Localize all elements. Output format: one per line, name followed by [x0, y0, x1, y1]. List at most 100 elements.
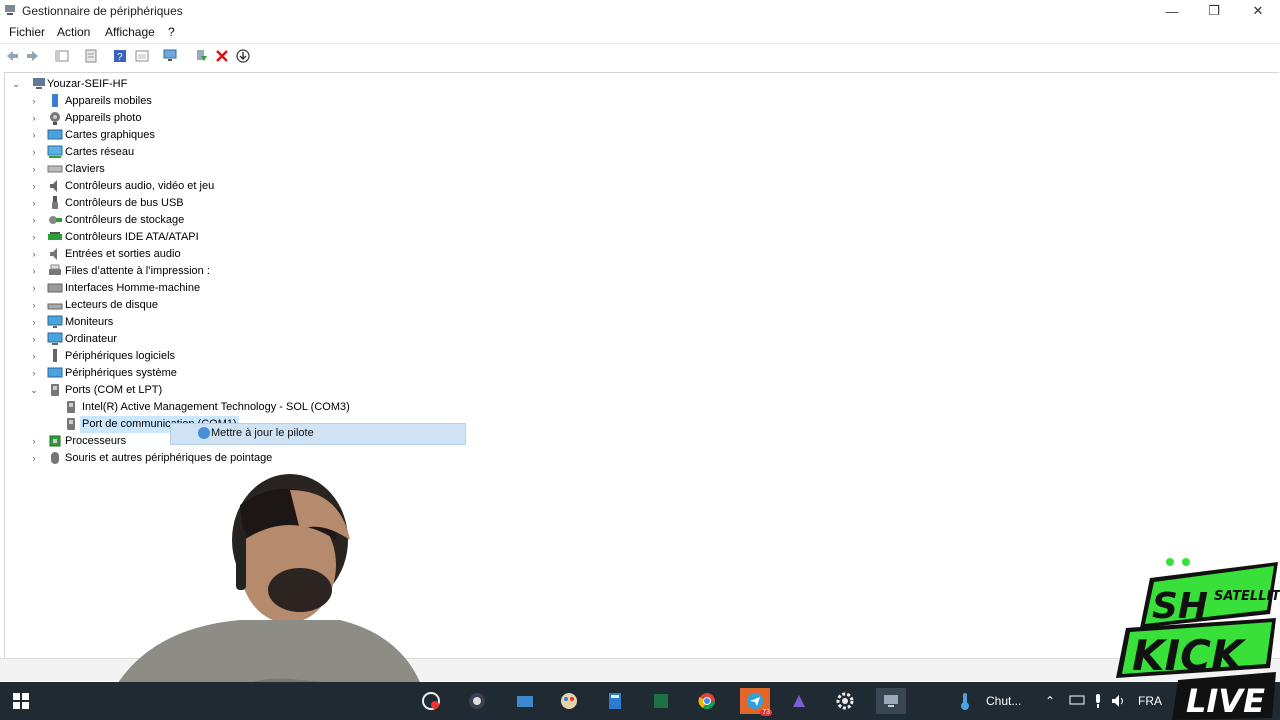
tree-item-files-impression[interactable]: › Files d’attente à l’impression : [29, 263, 279, 280]
tree-item-cartes-reseau[interactable]: › Cartes réseau [29, 144, 279, 161]
chevron-right-icon[interactable]: › [29, 433, 39, 450]
display-adapter-icon [47, 129, 63, 140]
chevron-up-icon[interactable]: ⌃ [1045, 694, 1055, 708]
menu-action[interactable]: Action [57, 25, 90, 39]
port-icon [51, 384, 59, 396]
chevron-right-icon[interactable]: › [29, 161, 39, 178]
menu-fichier[interactable]: Fichier [9, 25, 45, 39]
tree-item-intel-amt-sol[interactable]: Intel(R) Active Management Technology - … [47, 399, 387, 416]
chevron-right-icon[interactable]: › [29, 297, 39, 314]
app-icon-satellite[interactable] [786, 688, 812, 714]
update-driver-icon [198, 427, 210, 439]
menu-bar: Fichier Action Affichage ? [0, 22, 1280, 42]
badge-kick: KICK [1132, 631, 1247, 680]
keyboard-icon [47, 165, 63, 173]
download-circle-icon[interactable] [235, 48, 251, 64]
tree-item-entrees-sorties-audio[interactable]: › Entrées et sorties audio [29, 246, 279, 263]
badge-satellite: SATELLITE [1214, 589, 1280, 604]
tree-item-label: Périphériques logiciels [65, 350, 176, 362]
telegram-icon[interactable]: 73 [740, 688, 772, 716]
tree-item-interfaces-homme-machine[interactable]: › Interfaces Homme-machine [29, 280, 279, 297]
chevron-right-icon[interactable]: › [29, 263, 39, 280]
chevron-right-icon[interactable]: › [29, 178, 39, 195]
port-icon [67, 401, 75, 413]
app-icon-recorder[interactable] [418, 688, 444, 714]
help-icon[interactable]: ? [112, 48, 128, 64]
device-manager-task-icon[interactable] [876, 688, 906, 714]
chevron-right-icon[interactable]: › [29, 314, 39, 331]
app-icon-folder[interactable] [512, 688, 538, 714]
chevron-right-icon[interactable]: › [29, 348, 39, 365]
chevron-right-icon[interactable]: › [29, 212, 39, 229]
show-hide-console-icon[interactable] [54, 48, 70, 64]
svg-text:?: ? [117, 52, 123, 63]
hid-icon [47, 283, 63, 293]
chevron-right-icon[interactable]: › [29, 144, 39, 161]
chevron-right-icon[interactable]: › [29, 195, 39, 212]
tree-item-controleurs-ide[interactable]: › Contrôleurs IDE ATA/ATAPI [29, 229, 279, 246]
app-icon-calculator[interactable] [602, 688, 628, 714]
tree-item-label: Appareils photo [65, 112, 142, 124]
uninstall-icon[interactable] [214, 48, 230, 64]
chevron-right-icon[interactable]: › [29, 110, 39, 127]
chevron-right-icon[interactable]: › [29, 127, 39, 144]
chevron-right-icon[interactable]: › [29, 229, 39, 246]
scan-hardware-icon[interactable] [163, 48, 179, 64]
tree-item-peripheriques-systeme[interactable]: › Périphériques système [29, 365, 279, 382]
tree-item-label: Moniteurs [65, 316, 114, 328]
tree-item-ports[interactable]: ⌄ Ports (COM et LPT) [29, 382, 279, 399]
chevron-right-icon[interactable]: › [29, 331, 39, 348]
app-icon-obs[interactable] [464, 688, 490, 714]
back-arrow-icon[interactable] [4, 48, 20, 64]
window-title: Gestionnaire de périphériques [22, 4, 183, 18]
tree-item-controleurs-stockage[interactable]: › Contrôleurs de stockage [29, 212, 279, 229]
chevron-right-icon[interactable]: › [29, 280, 39, 297]
chevron-right-icon[interactable]: › [29, 365, 39, 382]
computer-icon [33, 78, 45, 89]
tree-item-peripheriques-logiciels[interactable]: › Périphériques logiciels [29, 348, 279, 365]
processor-icon [49, 435, 61, 447]
tree-item-moniteurs[interactable]: › Moniteurs [29, 314, 279, 331]
weather-label[interactable]: Chut... [986, 694, 1021, 708]
tree-root[interactable]: ⌄ Youzar-SEIF-HF [11, 76, 211, 93]
computer-icon [47, 332, 63, 345]
tree-item-label: Entrées et sorties audio [65, 248, 181, 260]
tree-item-label: Lecteurs de disque [65, 299, 158, 311]
tree-item-controleurs-audio[interactable]: › Contrôleurs audio, vidéo et jeu [29, 178, 279, 195]
tree-item-souris[interactable]: › Souris et autres périphériques de poin… [29, 450, 329, 467]
thermometer-icon[interactable] [952, 688, 978, 714]
restore-button[interactable]: ❐ [1192, 0, 1236, 22]
properties-sheet-icon[interactable] [83, 48, 99, 64]
chevron-down-icon[interactable]: ⌄ [11, 76, 21, 93]
tree-item-appareils-mobiles[interactable]: › Appareils mobiles [29, 93, 279, 110]
windows-start-icon[interactable] [8, 688, 34, 714]
close-button[interactable]: ✕ [1236, 0, 1280, 22]
tree-item-cartes-graphiques[interactable]: › Cartes graphiques [29, 127, 279, 144]
chevron-down-icon[interactable]: ⌄ [29, 382, 39, 399]
chevron-right-icon[interactable]: › [29, 246, 39, 263]
tree-item-label: Souris et autres périphériques de pointa… [65, 452, 273, 464]
view-icon[interactable] [134, 48, 150, 64]
app-icon-paint[interactable] [556, 688, 582, 714]
forward-arrow-icon[interactable] [25, 48, 41, 64]
minimize-button[interactable]: — [1150, 0, 1194, 22]
chevron-right-icon[interactable]: › [29, 93, 39, 110]
menu-affichage[interactable]: Affichage [105, 25, 155, 39]
gear-icon[interactable] [832, 688, 858, 714]
context-update-driver[interactable]: Mettre à jour le pilote [211, 427, 314, 439]
tree-item-claviers[interactable]: › Claviers [29, 161, 279, 178]
tree-item-label: Cartes réseau [65, 146, 135, 158]
system-device-icon [47, 367, 63, 378]
menu-help[interactable]: ? [168, 25, 175, 39]
tree-item-appareils-photo[interactable]: › Appareils photo [29, 110, 279, 127]
tree-item-lecteurs-disque[interactable]: › Lecteurs de disque [29, 297, 279, 314]
chrome-icon[interactable] [694, 688, 720, 714]
printer-icon [49, 264, 61, 275]
chevron-right-icon[interactable]: › [29, 450, 39, 467]
toolbar: ? [0, 43, 1280, 68]
tree-item-label: Appareils mobiles [65, 95, 152, 107]
tree-item-controleurs-usb[interactable]: › Contrôleurs de bus USB [29, 195, 279, 212]
tree-item-ordinateur[interactable]: › Ordinateur [29, 331, 279, 348]
update-driver-icon[interactable] [193, 48, 209, 64]
app-icon-excel[interactable] [648, 688, 674, 714]
